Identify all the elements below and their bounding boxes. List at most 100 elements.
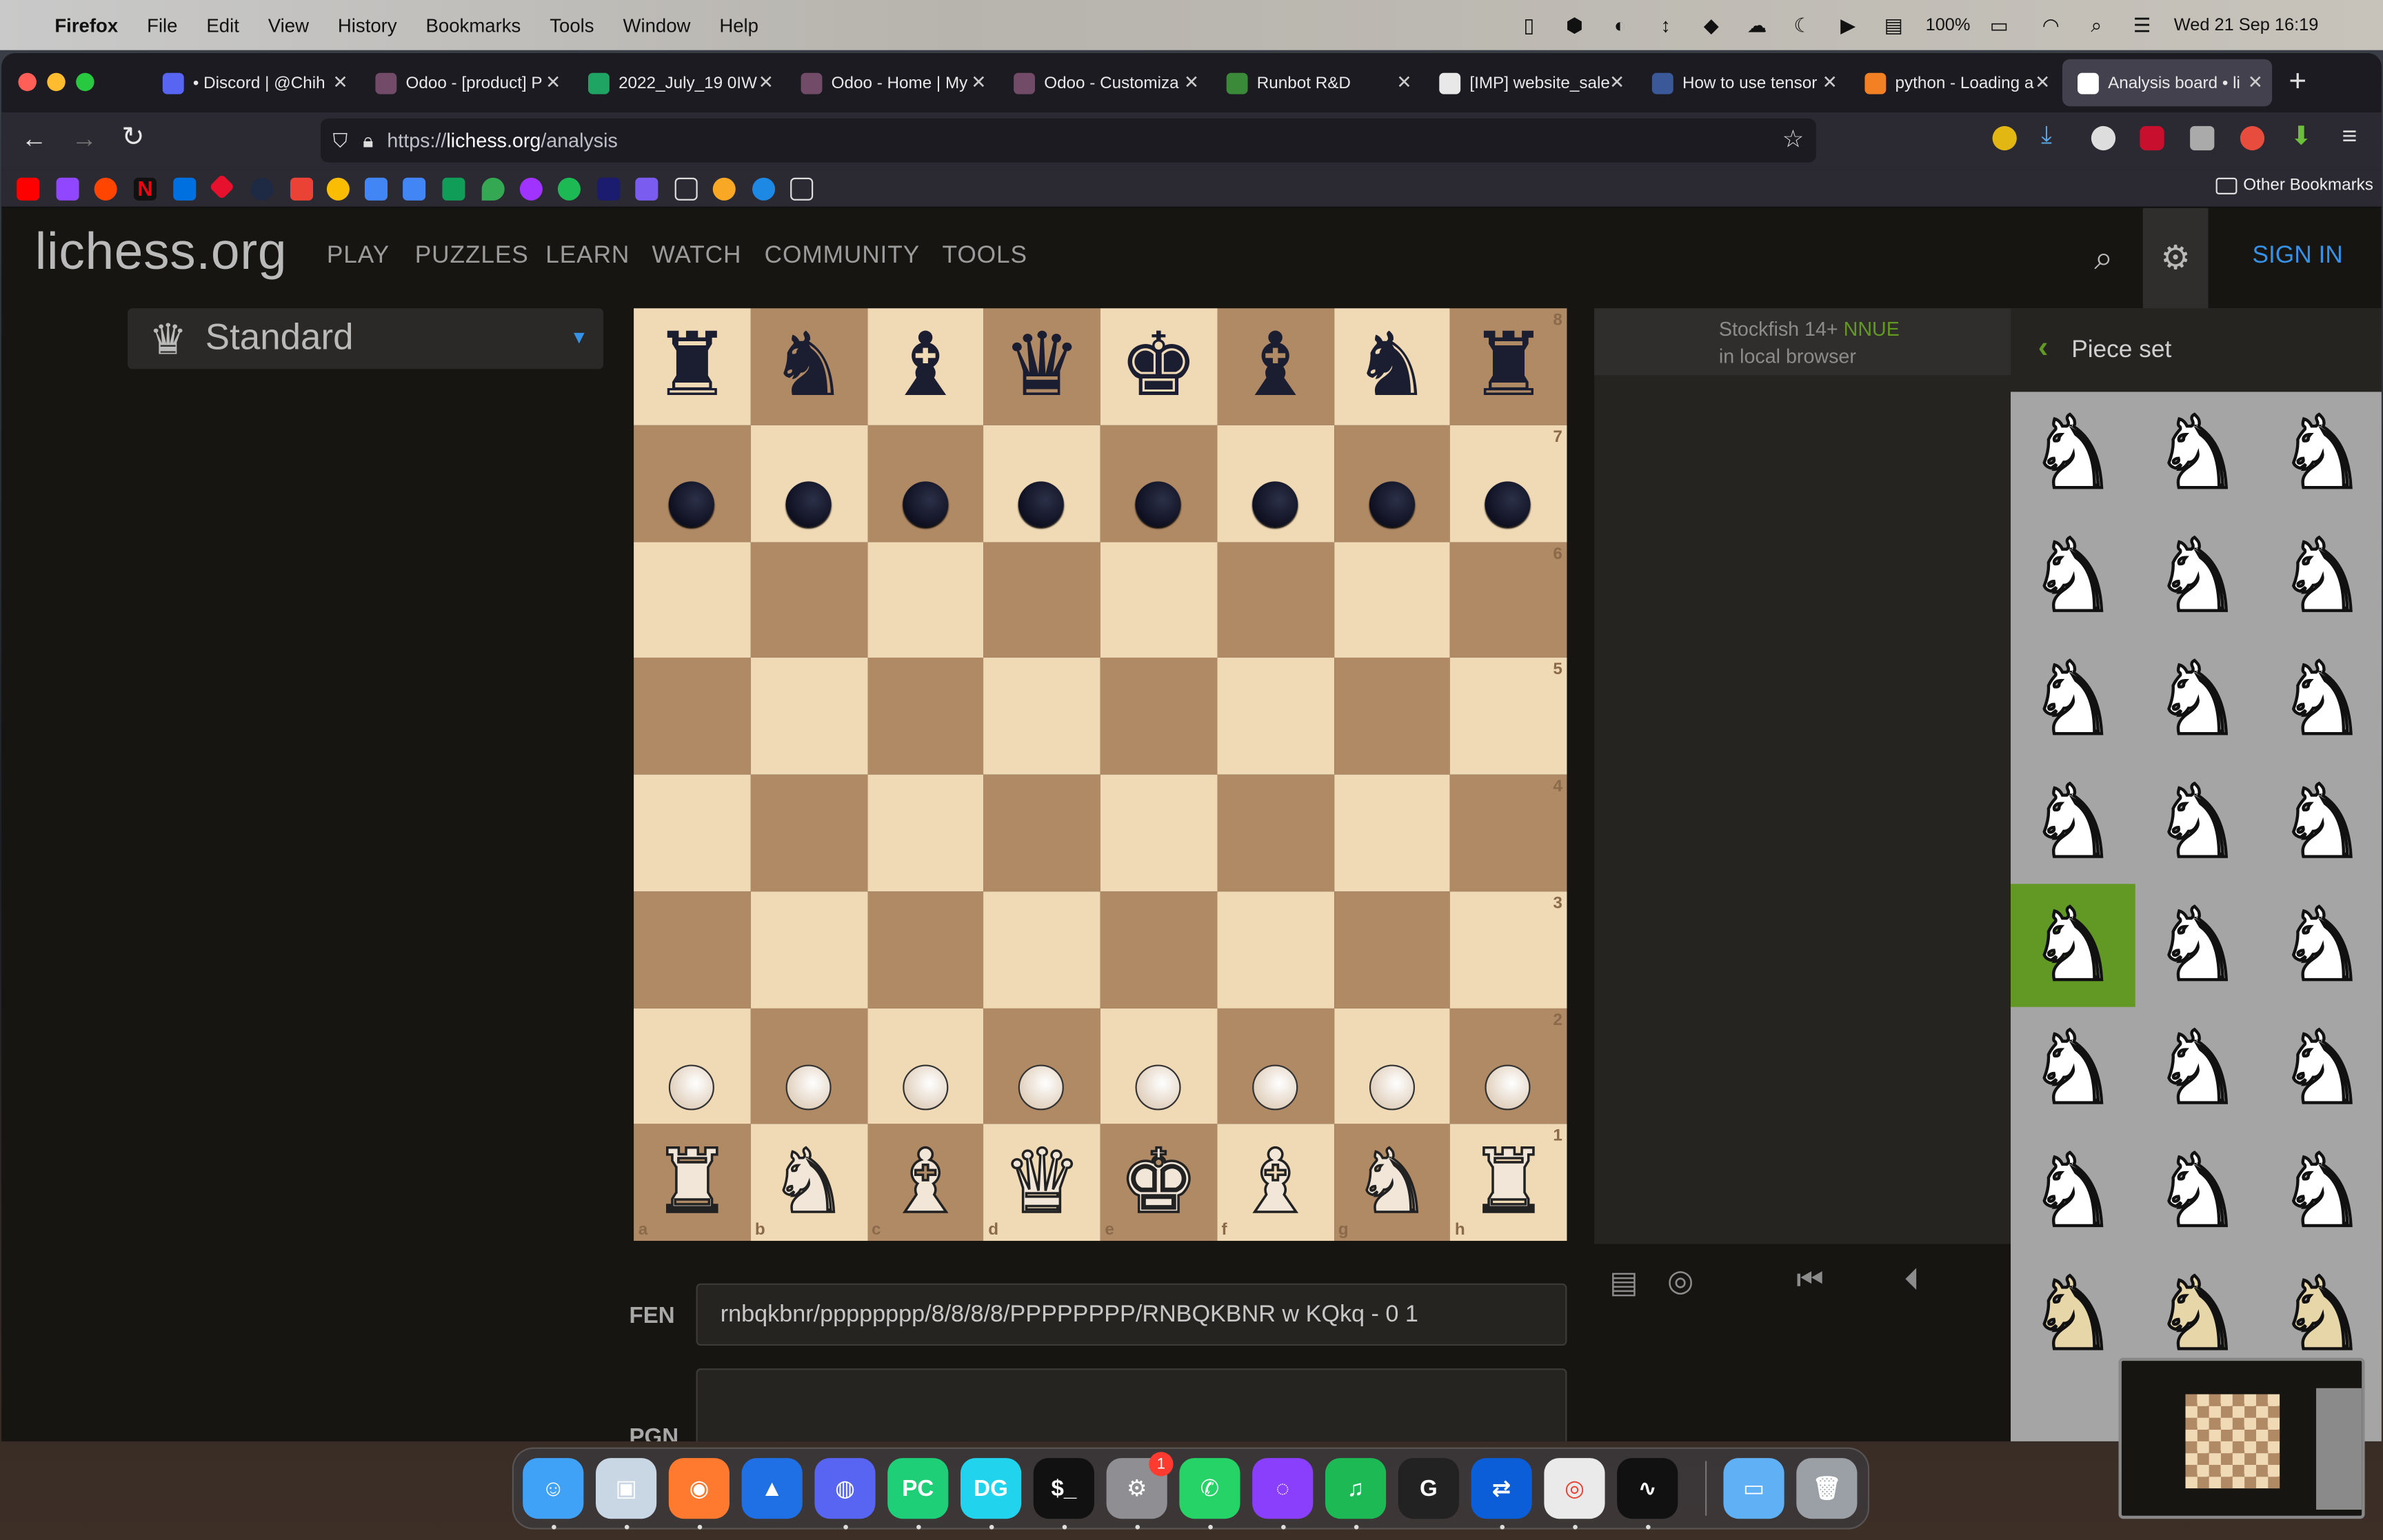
dock-app-icon[interactable]: $_	[1033, 1458, 1094, 1519]
piece-set-option[interactable]: ♞	[2260, 1007, 2381, 1130]
board-square[interactable]	[1100, 541, 1217, 658]
bookmark-docs-icon[interactable]	[364, 177, 388, 201]
dock-app-icon[interactable]: ▭	[1723, 1458, 1784, 1519]
dock-app-icon[interactable]: ◌	[1252, 1458, 1314, 1519]
dock-app-icon[interactable]: ◉	[668, 1458, 730, 1519]
target-icon[interactable]: ◎	[1667, 1262, 1693, 1300]
screenshot-thumbnail[interactable]	[2118, 1357, 2365, 1519]
browser-tab[interactable]: Odoo - Home | My ✕	[786, 59, 996, 106]
board-square[interactable]: a ♜	[634, 1124, 751, 1242]
bookmark-gmail-icon[interactable]	[290, 177, 314, 201]
tag-icon[interactable]: ◆	[1699, 13, 1723, 37]
board-square[interactable]	[1334, 891, 1451, 1008]
tab-close-icon[interactable]: ✕	[2035, 72, 2050, 93]
bookmark-messenger-icon[interactable]	[519, 177, 543, 201]
tab-close-icon[interactable]: ✕	[758, 72, 774, 93]
tab-close-icon[interactable]: ✕	[971, 72, 986, 93]
board-square[interactable]	[1100, 658, 1217, 775]
white-piece[interactable]: ♝	[867, 1124, 983, 1241]
tab-close-icon[interactable]: ✕	[1609, 72, 1625, 93]
white-piece[interactable]: ♞	[1334, 1124, 1450, 1241]
menu-history[interactable]: History	[338, 14, 397, 36]
black-pawn[interactable]	[902, 480, 948, 527]
white-pawn[interactable]	[1368, 1064, 1414, 1110]
bookmark-star-icon[interactable]: ☆	[1782, 125, 1804, 155]
browser-tab[interactable]: Odoo - [product] P ✕	[360, 59, 570, 106]
board-square[interactable]: 4	[1450, 774, 1567, 891]
board-square[interactable]: ♚	[1100, 308, 1217, 425]
white-pawn[interactable]	[1018, 1064, 1065, 1110]
app-menu[interactable]: Firefox	[54, 14, 118, 36]
menu-file[interactable]: File	[147, 14, 177, 36]
dock-app-icon[interactable]: ▣	[596, 1458, 657, 1519]
bookmark-maps-icon[interactable]	[481, 177, 505, 201]
board-square[interactable]: ♞	[1334, 308, 1451, 425]
settings-gear-icon[interactable]: ⚙	[2142, 207, 2209, 309]
new-tab-button[interactable]: +	[2289, 65, 2306, 101]
board-square[interactable]	[867, 541, 984, 658]
black-piece[interactable]: ♝	[1217, 308, 1334, 425]
board-square[interactable]: 6	[1450, 541, 1567, 658]
board-square[interactable]	[750, 891, 867, 1008]
sign-in-link[interactable]: SIGN IN	[2252, 243, 2342, 271]
bookmark-icon[interactable]	[752, 177, 776, 201]
arrows-icon[interactable]: ↕	[1653, 13, 1678, 37]
menu-view[interactable]: View	[268, 14, 309, 36]
tab-close-icon[interactable]: ✕	[333, 72, 348, 93]
book-icon[interactable]: ▤	[1609, 1264, 1638, 1301]
board-square[interactable]	[1334, 658, 1451, 775]
board-square[interactable]	[1334, 541, 1451, 658]
nav-learn[interactable]: LEARN	[545, 243, 630, 271]
black-piece[interactable]: ♞	[750, 308, 867, 425]
board-square[interactable]: b ♞	[750, 1124, 867, 1242]
board-square[interactable]: ♛	[983, 308, 1100, 425]
board-square[interactable]	[983, 658, 1100, 775]
zoom-window-button[interactable]	[76, 72, 94, 92]
keyboard-icon[interactable]: ▤	[1882, 13, 1906, 37]
board-square[interactable]	[867, 891, 984, 1008]
back-icon[interactable]: ←	[21, 125, 47, 155]
white-pawn[interactable]	[668, 1064, 714, 1110]
browser-tab[interactable]: • Discord | @Chih ✕	[148, 59, 357, 106]
board-square[interactable]	[867, 658, 984, 775]
piece-set-option[interactable]: ♞	[2135, 761, 2260, 884]
first-move-icon[interactable]: ⏮	[1796, 1264, 1824, 1299]
lock-icon[interactable]: 🔒︎	[363, 128, 373, 152]
board-square[interactable]	[634, 425, 751, 542]
black-piece[interactable]: ♜	[634, 308, 750, 425]
piece-set-option[interactable]: ♞	[2260, 761, 2381, 884]
board-square[interactable]	[1100, 774, 1217, 891]
white-piece[interactable]: ♝	[1217, 1124, 1334, 1241]
board-square[interactable]: 8 ♜	[1450, 308, 1567, 425]
previous-move-icon[interactable]: ⏴	[1904, 1264, 1920, 1299]
url-bar[interactable]: ⛉ 🔒︎ https://lichess.org/analysis ☆	[321, 118, 1816, 163]
bookmark-drive-icon[interactable]	[442, 177, 465, 201]
black-piece[interactable]: ♜	[1450, 308, 1567, 425]
bookmark-netflix-icon[interactable]: N	[133, 177, 157, 201]
downloads-icon[interactable]: ⤓	[2041, 123, 2052, 150]
black-piece[interactable]: ♚	[1100, 308, 1217, 425]
battery-icon[interactable]: ▭	[1981, 13, 2018, 37]
extension-icon[interactable]	[2091, 125, 2116, 151]
bookmark-icon[interactable]	[790, 177, 814, 201]
board-square[interactable]: g ♞	[1334, 1124, 1451, 1242]
piece-set-option[interactable]: ♞	[2260, 638, 2381, 760]
piece-set-option[interactable]: ♞	[2011, 638, 2135, 760]
board-square[interactable]	[1334, 1007, 1451, 1124]
board-square[interactable]: d ♛	[983, 1124, 1100, 1242]
tab-close-icon[interactable]: ✕	[2248, 72, 2263, 93]
board-square[interactable]	[634, 891, 751, 1008]
board-square[interactable]	[634, 541, 751, 658]
black-piece[interactable]: ♞	[1334, 308, 1450, 425]
play-icon[interactable]: ▶	[1836, 13, 1860, 37]
bookmark-paypal-icon[interactable]	[173, 177, 197, 201]
board-square[interactable]: ♞	[750, 308, 867, 425]
dock-app-icon[interactable]: ◎	[1544, 1458, 1605, 1519]
board-square[interactable]	[1100, 425, 1217, 542]
clock[interactable]: Wed 21 Sep 16:19	[2174, 16, 2319, 34]
control-center-icon[interactable]: ☰	[2130, 13, 2154, 37]
piece-set-option[interactable]: ♞	[2260, 884, 2381, 1006]
board-square[interactable]	[1216, 425, 1334, 542]
black-pawn[interactable]	[1251, 480, 1298, 527]
board-square[interactable]	[750, 1007, 867, 1124]
